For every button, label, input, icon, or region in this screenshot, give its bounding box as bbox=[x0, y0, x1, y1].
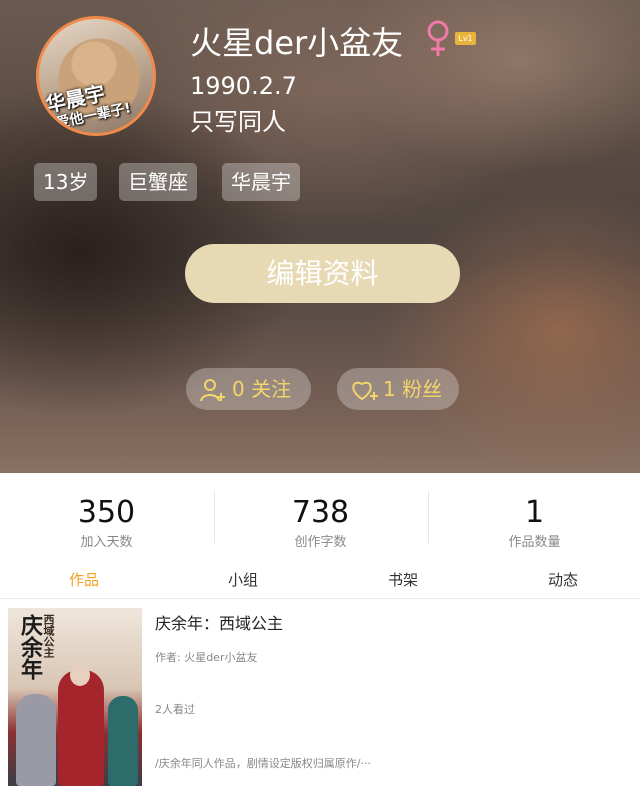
stat-works-value: 1 bbox=[524, 495, 545, 530]
tab-bar: 作品 小组 书架 动态 bbox=[0, 563, 640, 599]
tag-idol: 华晨宇 bbox=[222, 163, 300, 201]
tag-age: 13岁 bbox=[34, 163, 98, 201]
username: 火星der小盆友 bbox=[190, 24, 404, 62]
tab-activity[interactable]: 动态 bbox=[483, 563, 640, 598]
work-cover[interactable]: 庆余年 西域公主 bbox=[8, 608, 142, 786]
bio: 只写同人 bbox=[190, 108, 286, 136]
cover-figure bbox=[108, 696, 138, 786]
tab-bookshelf[interactable]: 书架 bbox=[323, 563, 483, 598]
cover-figure bbox=[58, 670, 104, 786]
followers-button[interactable]: 1 粉丝 bbox=[337, 368, 459, 410]
profile-header: 华晨宇 爱他一辈子! 火星der小盆友 Lv1 1990.2.7 只写同人 13… bbox=[0, 0, 640, 473]
following-label: 0 关注 bbox=[232, 377, 292, 401]
stat-works-label: 作品数量 bbox=[508, 535, 561, 550]
works-list: 庆余年 西域公主 庆余年：西域公主 作者: 火星der小盆友 2人看过 /庆余年… bbox=[0, 600, 640, 792]
cover-subtitle: 西域公主 bbox=[42, 614, 55, 658]
work-views: 2人看过 bbox=[155, 703, 195, 716]
stat-words: 738 创作字数 bbox=[214, 473, 427, 563]
level-badge: Lv1 bbox=[455, 32, 476, 45]
work-description: /庆余年同人作品，剧情设定版权归属原作/··· bbox=[155, 757, 371, 770]
stats-bar: 350 加入天数 738 创作字数 1 作品数量 bbox=[0, 473, 640, 563]
birthday: 1990.2.7 bbox=[190, 72, 297, 100]
stat-words-value: 738 bbox=[291, 495, 350, 530]
person-add-icon bbox=[200, 379, 225, 402]
stat-days-value: 350 bbox=[77, 495, 136, 530]
avatar[interactable]: 华晨宇 爱他一辈子! bbox=[36, 16, 156, 136]
list-item[interactable]: 庆余年 西域公主 庆余年：西域公主 作者: 火星der小盆友 2人看过 /庆余年… bbox=[0, 600, 640, 792]
cover-figure bbox=[16, 694, 56, 786]
tab-groups[interactable]: 小组 bbox=[163, 563, 323, 598]
stat-works: 1 作品数量 bbox=[428, 473, 640, 563]
tag-zodiac: 巨蟹座 bbox=[119, 163, 197, 201]
work-title[interactable]: 庆余年：西域公主 bbox=[155, 610, 283, 634]
edit-profile-button[interactable]: 编辑资料 bbox=[185, 244, 460, 303]
stat-words-label: 创作字数 bbox=[294, 535, 347, 550]
tab-works[interactable]: 作品 bbox=[4, 563, 164, 598]
cover-figure bbox=[70, 664, 90, 686]
female-symbol-icon bbox=[427, 20, 449, 56]
followers-label: 1 粉丝 bbox=[383, 377, 443, 401]
stat-days: 350 加入天数 bbox=[0, 473, 213, 563]
stat-days-label: 加入天数 bbox=[80, 535, 133, 550]
following-button[interactable]: 0 关注 bbox=[186, 368, 311, 410]
heart-add-icon bbox=[352, 381, 378, 401]
work-author: 作者: 火星der小盆友 bbox=[155, 651, 258, 664]
